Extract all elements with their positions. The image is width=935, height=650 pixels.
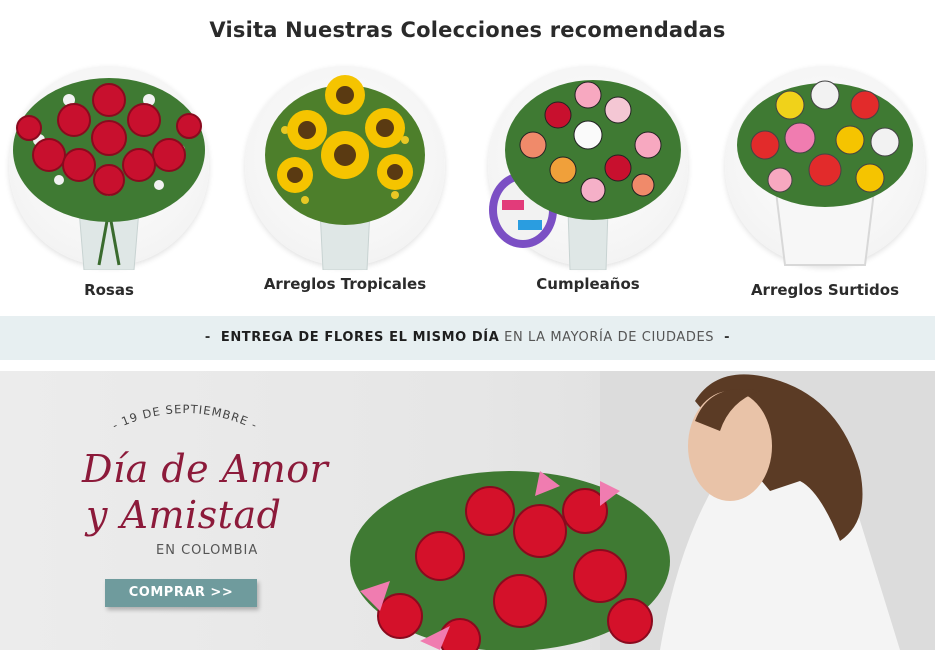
collection-label[interactable]: Arreglos Tropicales xyxy=(240,275,450,293)
collection-label[interactable]: Cumpleaños xyxy=(483,275,693,293)
hero-banner-amor-amistad[interactable]: - 19 DE SEPTIEMBRE - Día de Amor y Amist… xyxy=(0,371,935,650)
collection-label[interactable]: Rosas xyxy=(4,281,214,299)
dash-left: - xyxy=(204,330,211,345)
date-arc-text: - 19 DE SEPTIEMBRE - xyxy=(110,402,260,432)
same-day-delivery-banner: - ENTREGA DE FLORES EL MISMO DÍA EN LA MA… xyxy=(0,316,935,360)
hero-country: EN COLOMBIA xyxy=(156,543,259,558)
birthday-bouquet-image[interactable] xyxy=(488,66,688,270)
mixed-bouquet-image[interactable] xyxy=(725,66,925,266)
section-title: Visita Nuestras Colecciones recomendadas xyxy=(209,18,726,42)
hero-title-line1: Día de Amor xyxy=(82,447,329,491)
hero-title-line2: y Amistad xyxy=(86,493,282,537)
dash-right: - xyxy=(724,330,731,345)
collection-arreglos-tropicales[interactable]: Arreglos Tropicales xyxy=(240,66,450,293)
svg-text:- 19 DE SEPTIEMBRE -: - 19 DE SEPTIEMBRE - xyxy=(110,402,260,432)
hero-date: - 19 DE SEPTIEMBRE - xyxy=(110,402,259,432)
delivery-bold-text: ENTREGA DE FLORES EL MISMO DÍA xyxy=(220,330,500,345)
collection-arreglos-surtidos[interactable]: Arreglos Surtidos xyxy=(720,66,930,299)
delivery-light-text: EN LA MAYORÍA DE CIUDADES xyxy=(504,330,715,345)
buy-button[interactable]: COMPRAR >> xyxy=(105,579,257,607)
rose-bouquet-image[interactable] xyxy=(9,66,209,270)
collection-label[interactable]: Arreglos Surtidos xyxy=(720,281,930,299)
woman-with-roses-image xyxy=(350,371,935,650)
collection-cumpleanos[interactable]: Cumpleaños xyxy=(483,66,693,293)
sunflower-bouquet-image[interactable] xyxy=(245,66,445,270)
collection-rosas[interactable]: Rosas xyxy=(4,66,214,299)
